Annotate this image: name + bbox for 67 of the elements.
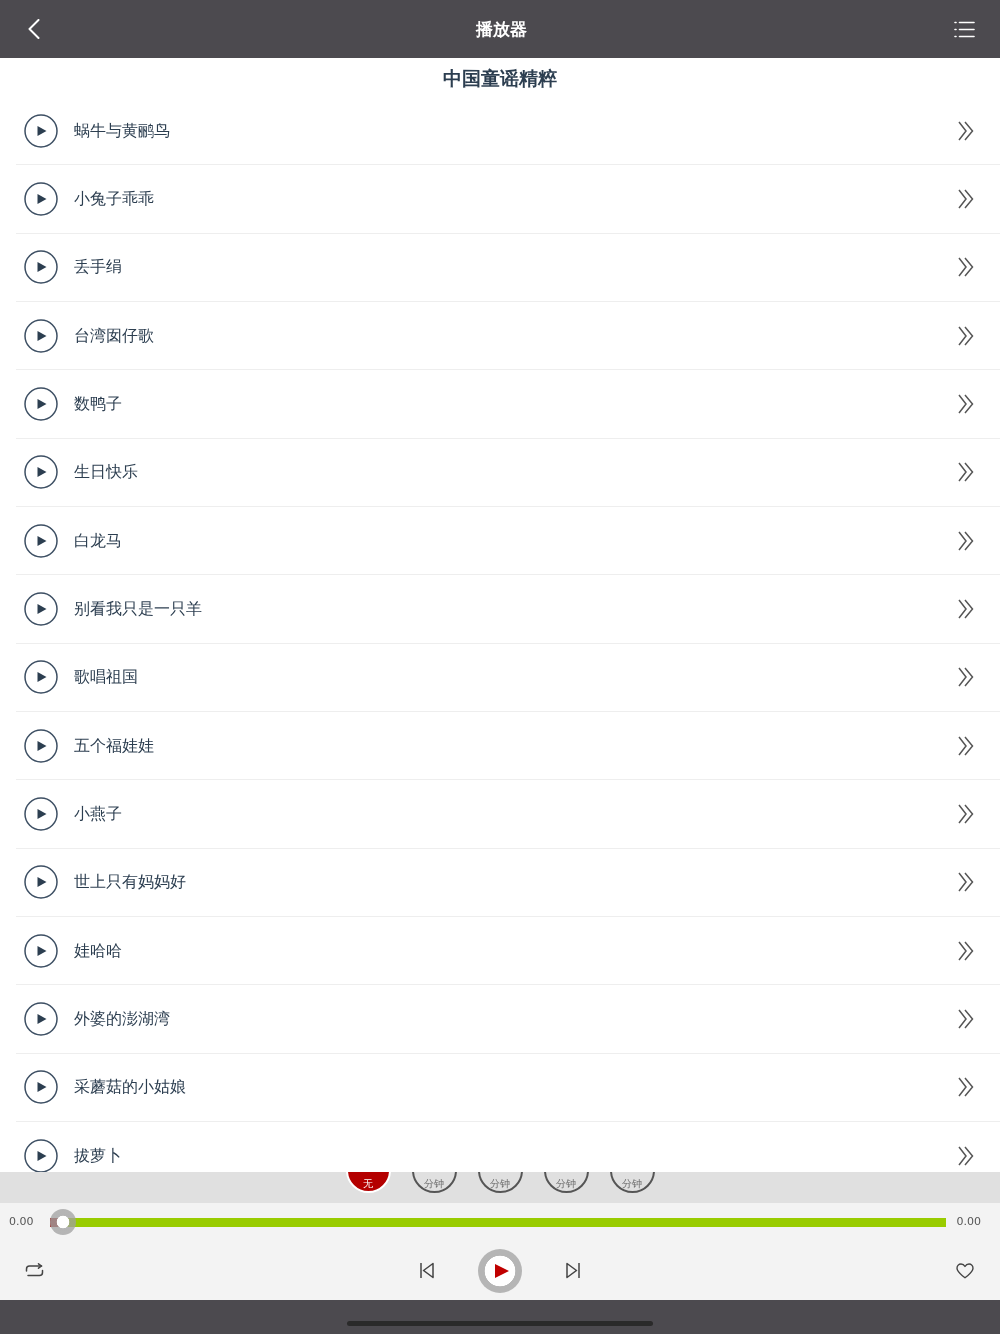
- play-icon[interactable]: [24, 455, 58, 490]
- play-icon[interactable]: [24, 796, 58, 831]
- timer-option[interactable]: 分钟: [543, 1172, 589, 1193]
- song-title[interactable]: 蜗牛与黄鹂鸟: [74, 120, 170, 141]
- song-title[interactable]: 小兔子乖乖: [74, 189, 154, 209]
- double-chevron-icon[interactable]: [958, 530, 974, 551]
- double-chevron-icon[interactable]: [958, 1145, 974, 1166]
- play-icon[interactable]: [24, 728, 58, 763]
- album-title: 中国童谣精粹: [443, 65, 557, 90]
- song-title[interactable]: 五个福娃娃: [74, 735, 154, 756]
- slider-thumb[interactable]: [50, 1209, 76, 1235]
- double-chevron-icon[interactable]: [958, 598, 974, 619]
- double-chevron-icon[interactable]: [958, 735, 974, 756]
- song-title[interactable]: 别看我只是一只羊: [74, 598, 202, 619]
- play-icon[interactable]: [24, 1070, 58, 1105]
- song-title[interactable]: 丢手绢: [74, 257, 122, 278]
- play-icon[interactable]: [24, 1138, 58, 1172]
- previous-icon[interactable]: [420, 1262, 434, 1279]
- repeat-icon[interactable]: [25, 1263, 44, 1278]
- back-icon[interactable]: [28, 19, 40, 39]
- elapsed-time: 0.00: [9, 1215, 35, 1229]
- play-icon[interactable]: [24, 182, 58, 216]
- double-chevron-icon[interactable]: [958, 1077, 974, 1098]
- song-title[interactable]: 数鸭子: [74, 393, 122, 414]
- heart-icon[interactable]: [956, 1262, 974, 1279]
- double-chevron-icon[interactable]: [958, 1008, 974, 1029]
- play-icon[interactable]: [24, 1001, 58, 1036]
- play-icon[interactable]: [24, 318, 58, 353]
- timer-option[interactable]: 分钟: [477, 1172, 523, 1193]
- page-title: 播放器: [476, 18, 527, 40]
- play-pause-button[interactable]: [478, 1248, 522, 1293]
- song-title[interactable]: 娃哈哈: [74, 940, 122, 961]
- play-icon[interactable]: [24, 250, 58, 285]
- timer-option[interactable]: 分钟: [411, 1172, 457, 1193]
- timer-option[interactable]: 无: [345, 1172, 391, 1193]
- song-title[interactable]: 台湾囡仔歌: [74, 325, 154, 346]
- play-icon[interactable]: [24, 386, 58, 421]
- song-title[interactable]: 白龙马: [74, 530, 122, 551]
- double-chevron-icon[interactable]: [958, 257, 974, 278]
- double-chevron-icon[interactable]: [958, 325, 974, 346]
- progress-track[interactable]: [50, 1209, 946, 1235]
- play-icon[interactable]: [494, 1263, 509, 1278]
- double-chevron-icon[interactable]: [958, 667, 974, 688]
- double-chevron-icon[interactable]: [958, 393, 974, 414]
- total-time: 0.00: [956, 1215, 981, 1229]
- double-chevron-icon[interactable]: [958, 803, 974, 824]
- song-title[interactable]: 小燕子: [74, 803, 122, 824]
- play-icon[interactable]: [24, 523, 58, 558]
- play-icon[interactable]: [24, 591, 58, 626]
- double-chevron-icon[interactable]: [958, 120, 974, 141]
- menu-icon[interactable]: [954, 20, 975, 38]
- song-title[interactable]: 采蘑菇的小姑娘: [74, 1077, 186, 1098]
- double-chevron-icon[interactable]: [958, 872, 974, 893]
- song-title[interactable]: 歌唱祖国: [74, 667, 138, 688]
- double-chevron-icon[interactable]: [958, 189, 974, 209]
- play-icon[interactable]: [24, 933, 58, 968]
- next-icon[interactable]: [566, 1262, 580, 1279]
- play-icon[interactable]: [24, 113, 58, 148]
- play-icon[interactable]: [24, 660, 58, 695]
- play-icon[interactable]: [24, 865, 58, 900]
- timer-option[interactable]: 分钟: [609, 1172, 655, 1193]
- song-title[interactable]: 拔萝卜: [74, 1145, 122, 1166]
- song-title[interactable]: 生日快乐: [74, 462, 138, 483]
- song-title[interactable]: 世上只有妈妈好: [74, 872, 186, 893]
- double-chevron-icon[interactable]: [958, 940, 974, 961]
- double-chevron-icon[interactable]: [958, 462, 974, 483]
- song-title[interactable]: 外婆的澎湖湾: [74, 1008, 170, 1029]
